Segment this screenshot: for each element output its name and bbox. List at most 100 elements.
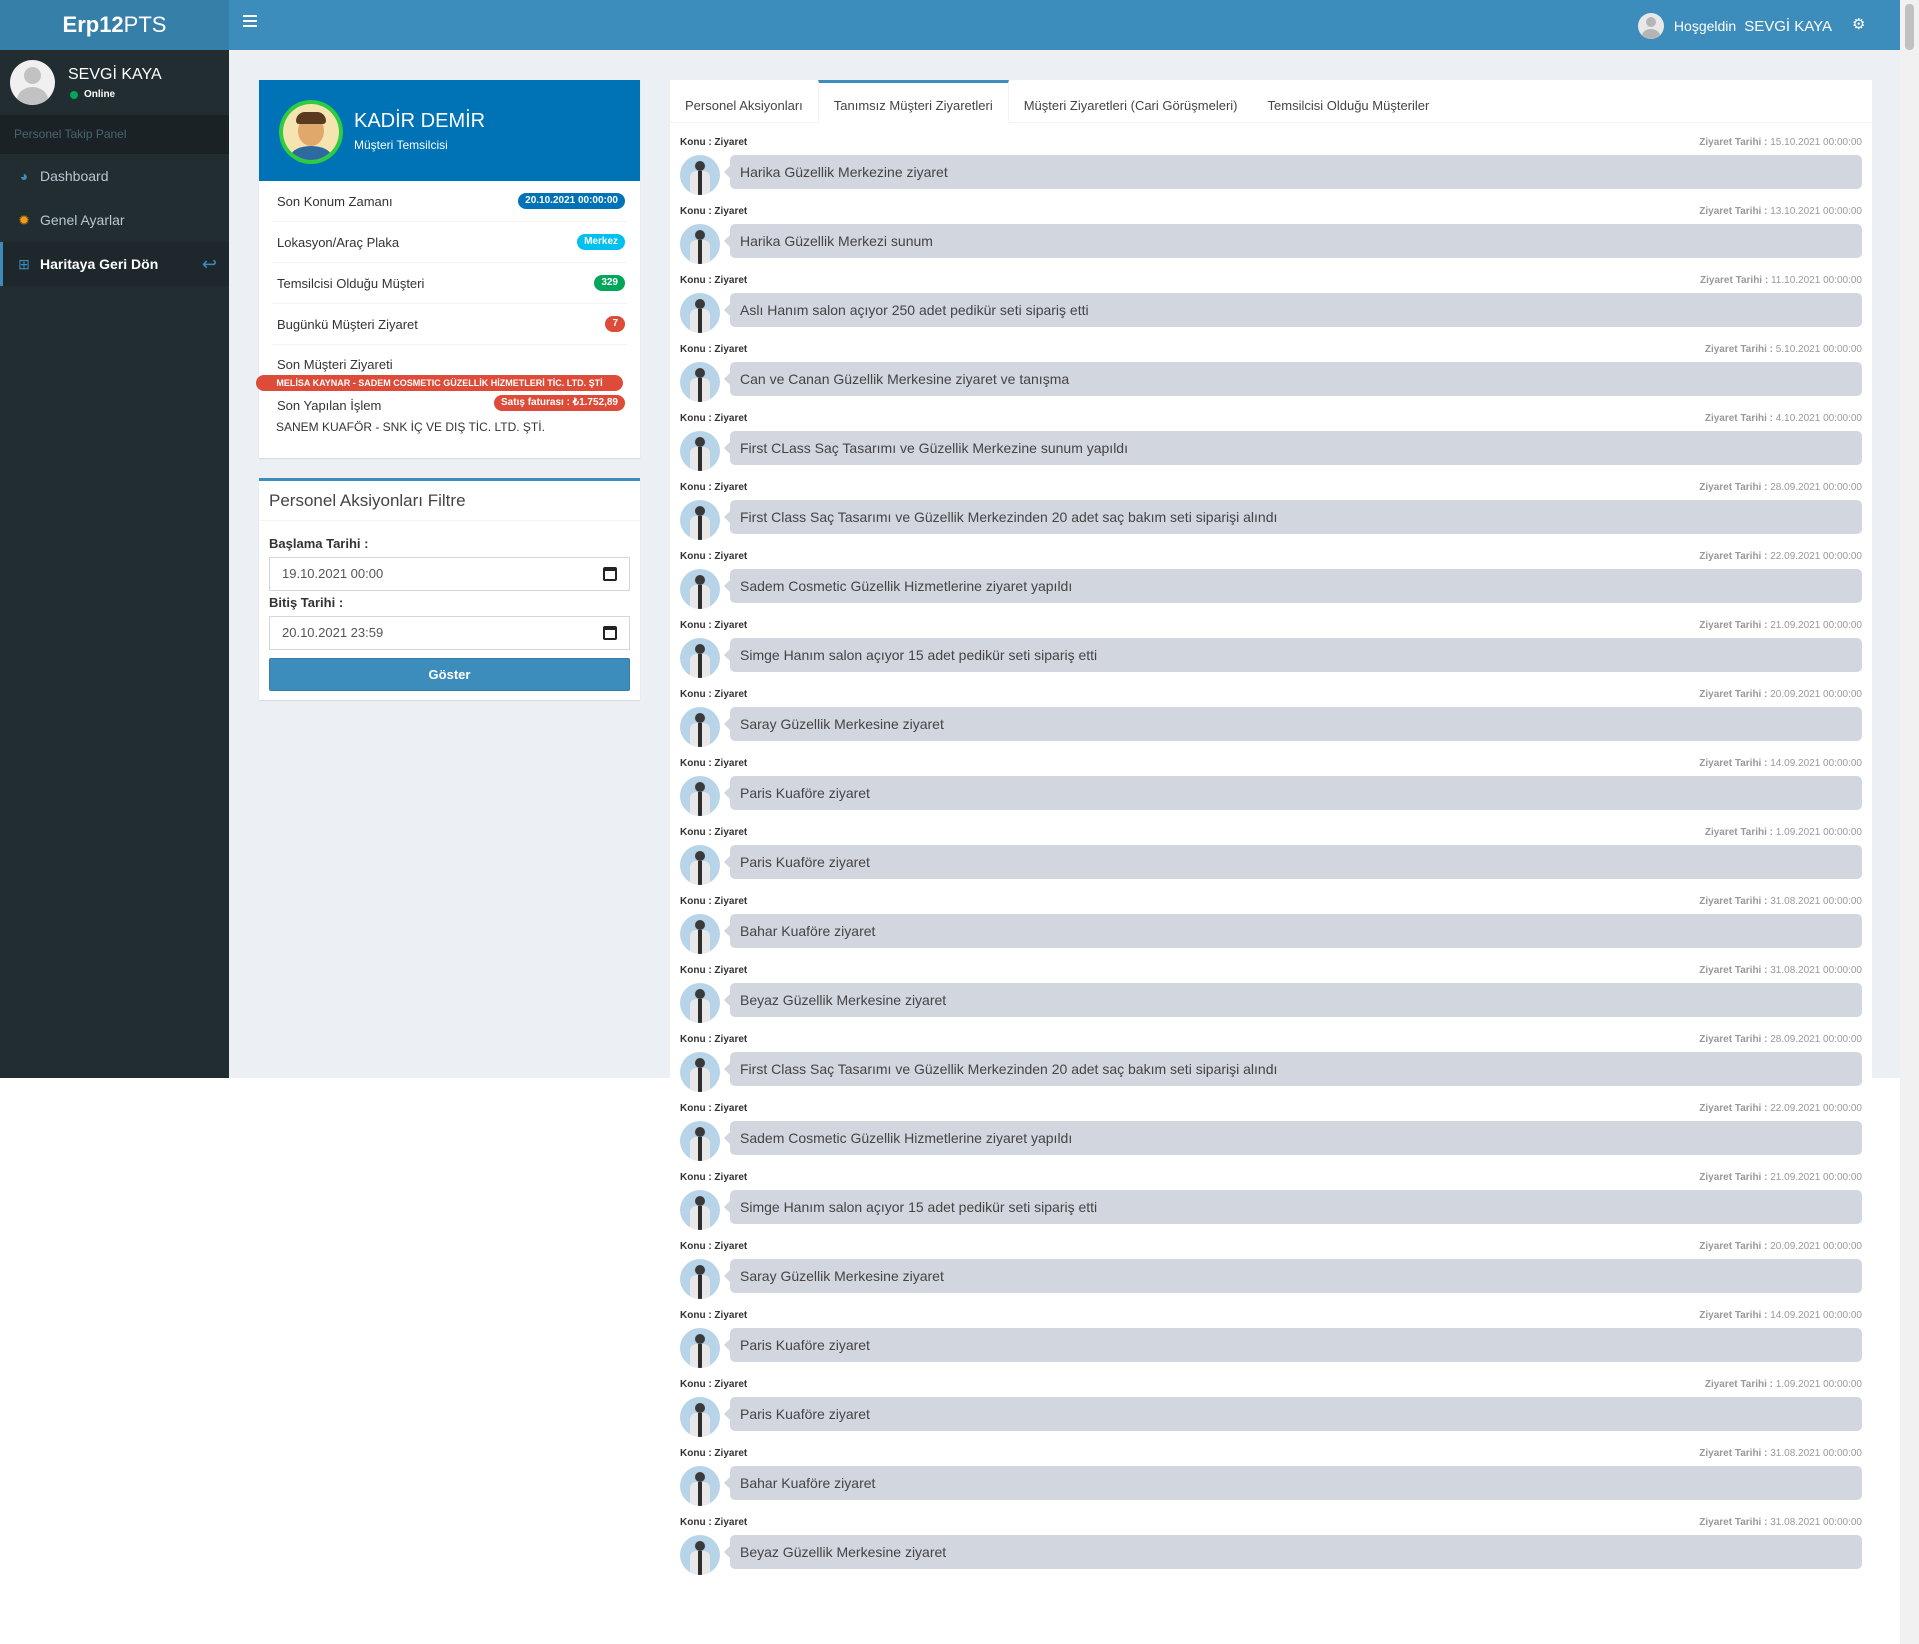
last-visit-badge: MELİSA KAYNAR - SADEM COSMETIC GÜZELLİK … xyxy=(256,375,623,391)
avatar xyxy=(279,100,343,164)
visit-message: Sadem Cosmetic Güzellik Hizmetlerine ziy… xyxy=(724,1121,1862,1155)
list-item: Konu : Ziyaret Ziyaret Tarihi : 31.08.202… xyxy=(680,1448,1862,1517)
avatar xyxy=(680,914,720,954)
visit-date: Ziyaret Tarihi : 31.08.2021 00:00:00 xyxy=(1699,1448,1862,1459)
list-item: Konu : Ziyaret Ziyaret Tarihi : 21.09.202… xyxy=(680,620,1862,689)
sidebar-item-dashboard[interactable]: ◕ Dashboard xyxy=(0,154,229,198)
visit-subject: Konu : Ziyaret xyxy=(680,1172,748,1183)
avatar xyxy=(680,1535,720,1575)
calendar-icon[interactable] xyxy=(603,567,617,581)
tab-personnel-actions[interactable]: Personel Aksiyonları xyxy=(670,80,818,123)
visit-subject: Konu : Ziyaret xyxy=(680,1379,748,1390)
sale-badge: Satış faturası : ₺1.752,89 xyxy=(494,395,625,411)
sidebar-item-back-to-map[interactable]: ⊞ Haritaya Geri Dön ↩ xyxy=(0,242,229,286)
start-date-input[interactable]: 19.10.2021 00:00 xyxy=(269,557,630,591)
sidebar-user-name: SEVGİ KAYA xyxy=(68,66,162,83)
profile-card: KADİR DEMİR Müşteri Temsilcisi Son Konum… xyxy=(256,80,640,458)
visit-message: Saray Güzellik Merkesine ziyaret xyxy=(724,1259,1862,1293)
list-item: Konu : Ziyaret Ziyaret Tarihi : 1.09.2021… xyxy=(680,827,1862,896)
visit-date: Ziyaret Tarihi : 14.09.2021 00:00:00 xyxy=(1699,1310,1862,1321)
profile-name: KADİR DEMİR xyxy=(354,110,486,132)
status-badge: Online xyxy=(70,89,115,100)
list-item: Konu : Ziyaret Ziyaret Tarihi : 15.10.202… xyxy=(680,137,1862,206)
visit-date: Ziyaret Tarihi : 20.09.2021 00:00:00 xyxy=(1699,689,1862,700)
last-action-text: SANEM KUAFÖR - SNK İÇ VE DIŞ TİC. LTD. Ş… xyxy=(276,420,545,434)
cogs-icon[interactable]: ⚙ xyxy=(1852,17,1868,33)
tab-undefined-customer-visits[interactable]: Tanımsız Müşteri Ziyaretleri xyxy=(817,80,1009,123)
visit-date: Ziyaret Tarihi : 13.10.2021 00:00:00 xyxy=(1699,206,1862,217)
visit-subject: Konu : Ziyaret xyxy=(680,896,748,907)
avatar xyxy=(680,569,720,609)
visit-message: Beyaz Güzellik Merkesine ziyaret xyxy=(724,1535,1862,1569)
list-item: Konu : Ziyaret Ziyaret Tarihi : 13.10.202… xyxy=(680,206,1862,275)
visit-date: Ziyaret Tarihi : 15.10.2021 00:00:00 xyxy=(1699,137,1862,148)
visit-subject: Konu : Ziyaret xyxy=(680,1103,748,1114)
info-row-customer-count: Temsilcisi Olduğu Müşteri 329 xyxy=(272,263,627,304)
visit-subject: Konu : Ziyaret xyxy=(680,689,748,700)
avatar xyxy=(680,1052,720,1092)
menu-toggle-icon[interactable] xyxy=(243,15,257,27)
list-item: Konu : Ziyaret Ziyaret Tarihi : 28.09.202… xyxy=(680,482,1862,551)
visit-subject: Konu : Ziyaret xyxy=(680,1241,748,1252)
avatar xyxy=(680,845,720,885)
visit-message: Sadem Cosmetic Güzellik Hizmetlerine ziy… xyxy=(724,569,1862,603)
user-menu[interactable]: Hoşgeldin SEVGİ KAYA xyxy=(1637,13,1832,39)
list-item: Konu : Ziyaret Ziyaret Tarihi : 20.09.202… xyxy=(680,689,1862,758)
greeting-text: Hoşgeldin xyxy=(1673,18,1737,34)
avatar xyxy=(680,1121,720,1161)
avatar xyxy=(680,638,720,678)
show-button[interactable]: Göster xyxy=(269,658,630,691)
scrollbar-thumb[interactable] xyxy=(1905,4,1914,50)
tab-represented-customers[interactable]: Temsilcisi Olduğu Müşteriler xyxy=(1253,80,1445,123)
count-badge: 7 xyxy=(605,316,625,332)
avatar xyxy=(680,776,720,816)
visit-message: Saray Güzellik Merkesine ziyaret xyxy=(724,707,1862,741)
list-item: Konu : Ziyaret Ziyaret Tarihi : 1.09.2021… xyxy=(680,1379,1862,1448)
app: Erp12PTS Hoşgeldin SEVGİ KAYA ⚙ SEVGİ KA… xyxy=(0,0,1919,1644)
profile-header: KADİR DEMİR Müşteri Temsilcisi xyxy=(259,80,640,181)
visit-date: Ziyaret Tarihi : 28.09.2021 00:00:00 xyxy=(1699,482,1862,493)
logo[interactable]: Erp12PTS xyxy=(0,0,229,50)
visit-subject: Konu : Ziyaret xyxy=(680,344,748,355)
sidebar-item-settings[interactable]: ✹ Genel Ayarlar xyxy=(0,198,229,242)
map-icon: ⊞ xyxy=(18,255,30,272)
status-badge: Merkez xyxy=(577,234,625,250)
info-row-last-location-time: Son Konum Zamanı 20.10.2021 00:00:00 xyxy=(272,181,627,222)
list-item: Konu : Ziyaret Ziyaret Tarihi : 31.08.202… xyxy=(680,896,1862,965)
calendar-icon[interactable] xyxy=(603,626,617,640)
visit-date: Ziyaret Tarihi : 21.09.2021 00:00:00 xyxy=(1699,620,1862,631)
visit-date: Ziyaret Tarihi : 14.09.2021 00:00:00 xyxy=(1699,758,1862,769)
visit-date: Ziyaret Tarihi : 21.09.2021 00:00:00 xyxy=(1699,1172,1862,1183)
avatar xyxy=(680,1259,720,1299)
visit-date: Ziyaret Tarihi : 1.09.2021 00:00:00 xyxy=(1704,1379,1862,1390)
avatar xyxy=(680,431,720,471)
end-date-input[interactable]: 20.10.2021 23:59 xyxy=(269,616,630,650)
tab-customer-visits[interactable]: Müşteri Ziyaretleri (Cari Görüşmeleri) xyxy=(1009,80,1253,123)
list-item: Konu : Ziyaret Ziyaret Tarihi : 11.10.202… xyxy=(680,275,1862,344)
sidebar-item-label: Genel Ayarlar xyxy=(40,212,125,228)
visit-message: Bahar Kuaföre ziyaret xyxy=(724,914,1862,948)
list-item: Konu : Ziyaret Ziyaret Tarihi : 20.09.202… xyxy=(680,1241,1862,1310)
visit-message: First CLass Saç Tasarımı ve Güzellik Mer… xyxy=(724,431,1862,465)
visit-message: Paris Kuaföre ziyaret xyxy=(724,1397,1862,1431)
visit-subject: Konu : Ziyaret xyxy=(680,965,748,976)
visit-date: Ziyaret Tarihi : 22.09.2021 00:00:00 xyxy=(1699,1103,1862,1114)
visit-subject: Konu : Ziyaret xyxy=(680,1517,748,1528)
visit-message: Simge Hanım salon açıyor 15 adet pedikür… xyxy=(724,1190,1862,1224)
header-username: SEVGİ KAYA xyxy=(1744,17,1832,35)
visit-date: Ziyaret Tarihi : 28.09.2021 00:00:00 xyxy=(1699,1034,1862,1045)
profile-role: Müşteri Temsilcisi xyxy=(354,138,448,152)
sidebar-header: Personel Takip Panel xyxy=(0,115,229,154)
reply-icon: ↩ xyxy=(201,254,217,274)
list-item: Konu : Ziyaret Ziyaret Tarihi : 31.08.202… xyxy=(680,965,1862,1034)
visit-message: First Class Saç Tasarımı ve Güzellik Mer… xyxy=(724,1052,1862,1086)
last-action-label: Son Yapılan İşlem xyxy=(277,398,382,413)
info-row-location: Lokasyon/Araç Plaka Merkez xyxy=(272,222,627,263)
avatar xyxy=(680,1190,720,1230)
visit-subject: Konu : Ziyaret xyxy=(680,827,748,838)
dashboard-icon: ◕ xyxy=(19,168,29,184)
scrollbar[interactable] xyxy=(1900,0,1919,1644)
visit-message: Paris Kuaföre ziyaret xyxy=(724,776,1862,810)
visit-message: Beyaz Güzellik Merkesine ziyaret xyxy=(724,983,1862,1017)
visit-message: Can ve Canan Güzellik Merkesine ziyaret … xyxy=(724,362,1862,396)
